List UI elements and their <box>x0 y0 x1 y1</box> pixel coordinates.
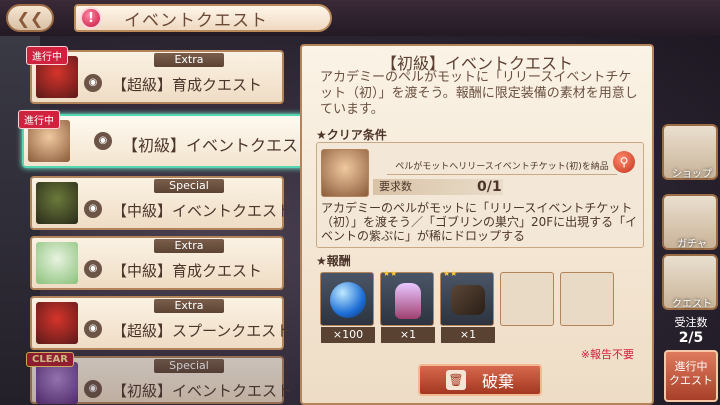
quest-title: 【初級】イベントクエスト <box>122 136 315 155</box>
in-progress-quest-button[interactable]: 進行中 クエスト <box>664 350 718 402</box>
reward-slot[interactable]: ★★ ×1 <box>380 269 435 343</box>
in-progress-tag: 進行中 <box>18 110 60 129</box>
page-title-bar: ! イベントクエスト <box>74 4 332 32</box>
reward-slot-empty <box>560 272 614 326</box>
quest-row[interactable]: Extra ◉ 【中級】育成クエスト <box>30 236 284 290</box>
quest-row[interactable]: Special ◉ 【中級】イベントクエスト <box>30 176 292 230</box>
reward-list: ×100 ★★ ×1 ★★ ×1 <box>316 268 644 348</box>
search-icon[interactable]: ⚲ <box>613 151 635 173</box>
condition-description: アカデミーのペルがモットに「リリースイベントチケット（初）」を渡そう／「ゴブリン… <box>321 201 638 243</box>
gacha-button[interactable]: ガチャ <box>662 194 718 250</box>
top-bar: ❮❮ ! イベントクエスト <box>0 0 720 36</box>
condition-text: ペルがモットへリリースイベントチケット(初)を納品 <box>387 159 617 175</box>
cloth-icon <box>451 285 485 315</box>
requirement-value: 0/1 <box>477 179 502 195</box>
quest-title: 【中級】イベントクエスト <box>112 202 293 220</box>
shop-button[interactable]: ショップ <box>662 124 718 180</box>
clear-condition-box: ペルがモットへリリースイベントチケット(初)を納品 ⚲ 要求数 0/1 アカデミ… <box>316 142 644 248</box>
orders-counter: 受注数 2/5 <box>664 314 718 346</box>
quest-title: 【初級】イベントクエスト <box>112 382 293 400</box>
rarity-stars: ★★ <box>443 269 458 278</box>
orders-label: 受注数 <box>674 316 708 329</box>
quest-badge: Extra <box>154 239 224 253</box>
discard-button[interactable]: 🗑 破棄 <box>418 364 542 396</box>
reward-count: ×1 <box>441 327 495 343</box>
trash-icon: 🗑 <box>445 370 466 390</box>
quest-avatar <box>36 302 78 344</box>
quest-avatar <box>36 182 78 224</box>
orders-value: 2/5 <box>678 330 704 346</box>
reward-label: ★報酬 <box>316 254 351 268</box>
potion-icon <box>395 283 421 319</box>
quest-row[interactable]: Extra ◉ 【超級】スプーンクエスト <box>30 296 291 350</box>
quest-avatar <box>36 242 78 284</box>
detail-description: アカデミーのペルがモットに「リリースイベントチケット（初）」を渡そう。報酬に限定… <box>320 70 638 117</box>
reward-count: ×100 <box>321 327 375 343</box>
quest-badge: Extra <box>154 299 224 313</box>
quest-detail-panel: 【初級】イベントクエスト アカデミーのペルがモットに「リリースイベントチケット（… <box>300 44 654 405</box>
quest-title: 【超級】スプーンクエスト <box>112 322 292 340</box>
npc-portrait <box>321 149 369 197</box>
reward-count: ×1 <box>381 327 435 343</box>
in-progress-tag: 進行中 <box>26 46 68 65</box>
quest-title: 【超級】育成クエスト <box>112 76 263 94</box>
mask-icon: ◉ <box>84 74 102 92</box>
discard-label: 破棄 <box>481 372 514 391</box>
reward-slot[interactable]: ×100 <box>320 272 375 343</box>
exclamation-icon: ! <box>80 7 102 29</box>
mask-icon: ◉ <box>84 200 102 218</box>
back-arrow-icon: ❮❮ <box>16 8 44 28</box>
shop-label: ショップ <box>672 169 712 180</box>
quest-row-selected[interactable]: 進行中 ◉ 【初級】イベントクエスト ❯ <box>18 110 327 168</box>
mask-icon: ◉ <box>94 132 112 150</box>
quest-button[interactable]: クエスト <box>662 254 718 310</box>
clear-tag: CLEAR <box>26 352 74 367</box>
quest-label: クエスト <box>672 299 712 310</box>
quest-badge: Extra <box>154 53 224 67</box>
mask-icon: ◉ <box>84 380 102 398</box>
quest-badge: Special <box>154 179 224 193</box>
quest-row-cleared[interactable]: CLEAR Special ◉ 【初級】イベントクエスト <box>26 352 292 404</box>
quest-badge: Special <box>154 359 224 373</box>
quest-title: 【中級】育成クエスト <box>112 262 263 280</box>
mask-icon: ◉ <box>84 320 102 338</box>
report-note: ※報告不要 <box>580 348 634 361</box>
back-button[interactable]: ❮❮ <box>6 4 54 32</box>
reward-slot[interactable]: ★★ ×1 <box>440 269 495 343</box>
clear-condition-label: ★クリア条件 <box>316 128 387 142</box>
reward-slot-empty <box>500 272 554 326</box>
quest-row[interactable]: 進行中 Extra ◉ 【超級】育成クエスト <box>26 46 284 104</box>
gacha-label: ガチャ <box>677 239 707 250</box>
page-title: イベントクエスト <box>124 10 268 31</box>
rarity-stars: ★★ <box>383 269 398 278</box>
quest-avatar <box>36 362 78 404</box>
mask-icon: ◉ <box>84 260 102 278</box>
blue-orb-icon <box>330 282 366 318</box>
